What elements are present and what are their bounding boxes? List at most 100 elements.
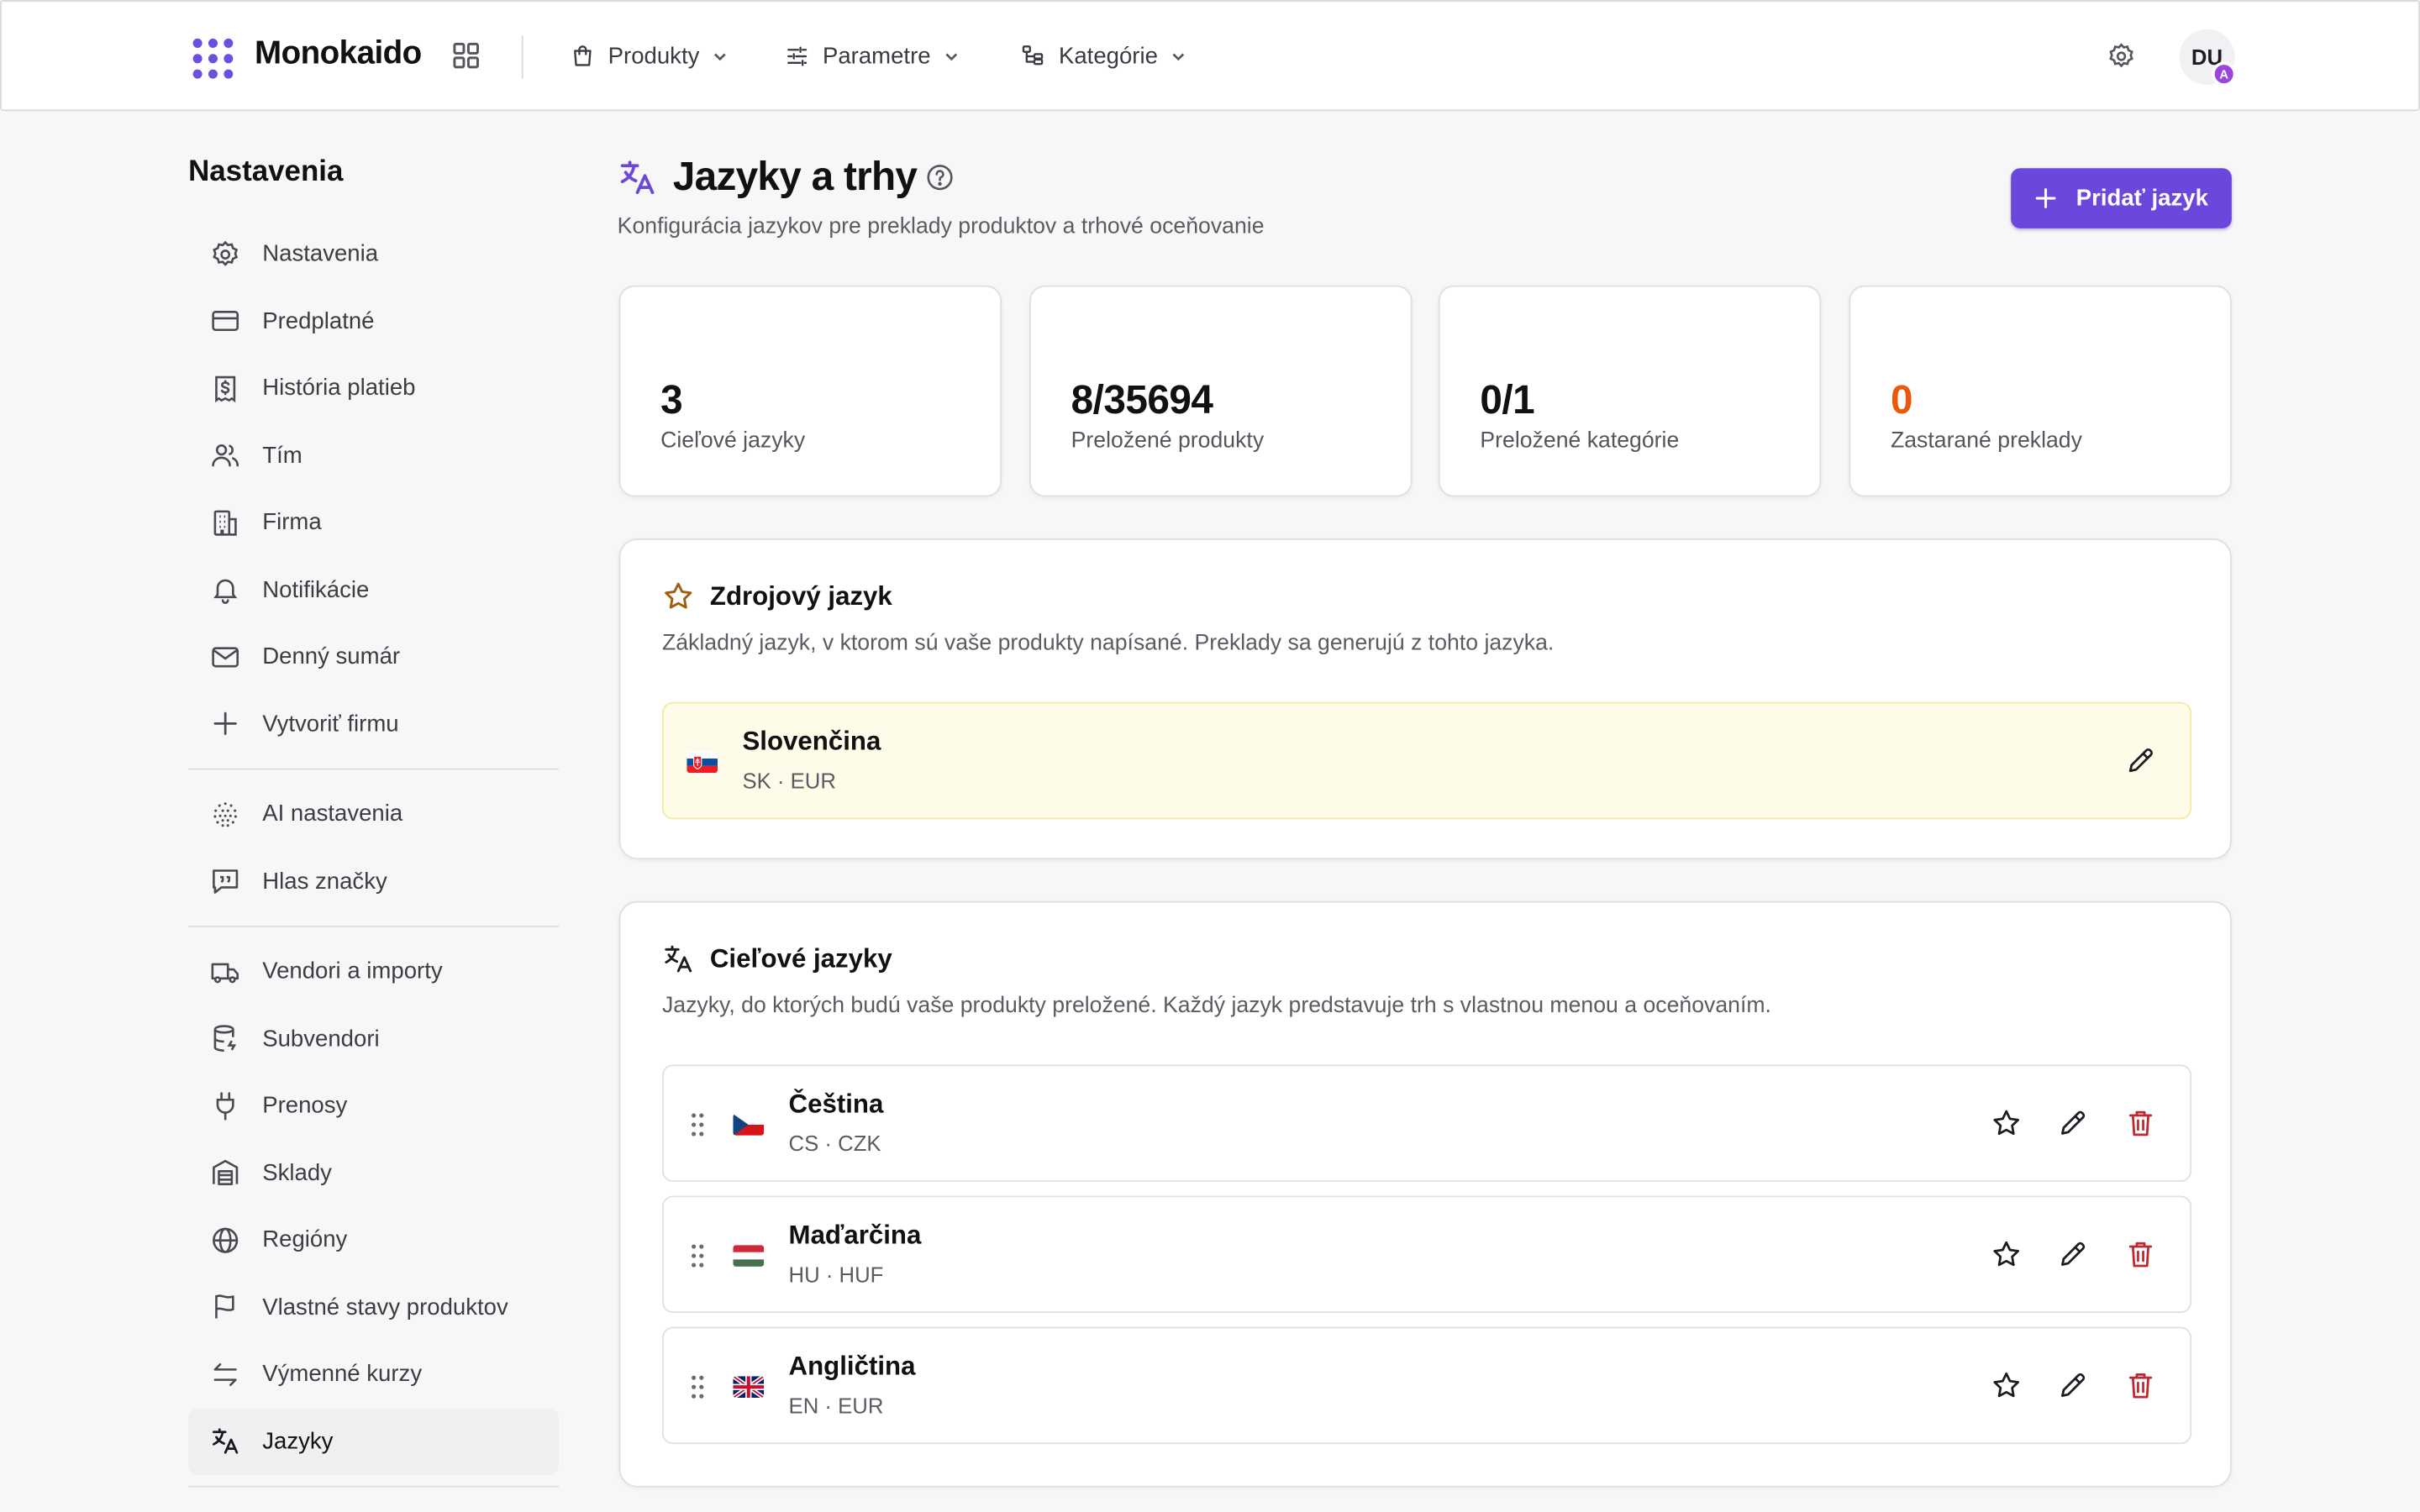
- star-icon[interactable]: [1991, 1239, 2022, 1270]
- gear-icon: [213, 240, 239, 266]
- add-language-button[interactable]: Pridať jazyk: [2011, 168, 2232, 228]
- globe-icon: [213, 1227, 239, 1253]
- star-icon: [665, 582, 692, 609]
- target-language-row: Čeština CS · CZK: [661, 1064, 2192, 1182]
- sidebar-item-label: Hlas značky: [262, 868, 387, 895]
- hu-flag-icon: [733, 1245, 765, 1267]
- translate-icon: [213, 1428, 239, 1455]
- settings-gear-icon[interactable]: [2107, 42, 2136, 71]
- source-language-card: Zdrojový jazyk Základný jazyk, v ktorom …: [618, 538, 2232, 860]
- nav-menu-label: Produkty: [608, 42, 700, 69]
- language-code: SK · EUR: [742, 768, 836, 794]
- drag-handle-icon[interactable]: [688, 1242, 707, 1270]
- edit-pencil-icon[interactable]: [2057, 1370, 2088, 1401]
- database-icon: [213, 1025, 237, 1053]
- sidebar-item-label: Notifikácie: [262, 576, 370, 603]
- drag-handle-icon[interactable]: [688, 1110, 707, 1138]
- trash-icon[interactable]: [2125, 1370, 2156, 1401]
- nav-menu-kategorie[interactable]: Kategórie: [1020, 35, 1187, 76]
- sidebar-item-denny-sumar[interactable]: Denný sumár: [188, 623, 559, 690]
- arrows-exchange-icon: [213, 1362, 237, 1386]
- sidebar-item-vymenne-kurzy[interactable]: Výmenné kurzy: [188, 1341, 559, 1408]
- stat-label: Zastarané preklady: [1890, 428, 2082, 454]
- bell-icon: [213, 580, 238, 605]
- apps-grid-icon[interactable]: [452, 42, 480, 70]
- sidebar-item-tim[interactable]: Tím: [188, 422, 559, 489]
- nav-menu-label: Parametre: [822, 42, 931, 69]
- star-icon[interactable]: [1991, 1108, 2022, 1139]
- language-code: HU · HUF: [788, 1262, 884, 1287]
- sidebar-item-label: Regióny: [262, 1226, 348, 1253]
- sidebar-item-hlas-znacky[interactable]: Hlas značky: [188, 848, 559, 915]
- page-subtitle: Konfigurácia jazykov pre preklady produk…: [617, 214, 1265, 239]
- logo-icon[interactable]: [192, 38, 234, 79]
- stat-value: 0/1: [1480, 376, 1535, 423]
- truck-icon: [211, 963, 239, 983]
- edit-pencil-icon[interactable]: [2057, 1108, 2088, 1139]
- sidebar-item-label: História platieb: [262, 375, 416, 402]
- star-icon[interactable]: [1991, 1370, 2022, 1401]
- plug-icon: [216, 1091, 234, 1121]
- translate-icon: [620, 160, 655, 195]
- sidebar-item-subvendori[interactable]: Subvendori: [188, 1005, 559, 1073]
- sidebar-item-label: Firma: [262, 509, 322, 536]
- sidebar-item-label: Jazyky: [262, 1428, 334, 1455]
- translate-icon: [665, 945, 692, 973]
- sidebar-item-label: Vendori a importy: [262, 958, 443, 985]
- drag-handle-icon[interactable]: [688, 1373, 707, 1401]
- sidebar-item-label: Sklady: [262, 1159, 332, 1186]
- sidebar-item-historia-platieb[interactable]: História platieb: [188, 354, 559, 422]
- stat-value: 0: [1890, 376, 1913, 423]
- chevron-down-icon: [714, 52, 727, 60]
- target-language-row: Maďarčina HU · HUF: [661, 1195, 2192, 1314]
- stat-card-translated-products: 8/35694 Preložené produkty: [1029, 285, 1413, 497]
- sidebar-item-predplatne[interactable]: Predplatné: [188, 288, 559, 355]
- shopping-bag-icon: [574, 45, 592, 66]
- nav-menu-produkty[interactable]: Produkty: [570, 35, 729, 76]
- language-name: Slovenčina: [742, 727, 881, 756]
- sidebar-item-vendori-a-importy[interactable]: Vendori a importy: [188, 938, 559, 1005]
- sidebar-divider: [188, 926, 559, 927]
- sidebar-item-label: Prenosy: [262, 1092, 348, 1120]
- targets-title: Cieľové jazyky: [709, 943, 892, 974]
- nav-menu-label: Kategórie: [1058, 42, 1158, 69]
- sidebar-item-jazyky[interactable]: Jazyky: [188, 1407, 559, 1475]
- edit-pencil-icon[interactable]: [2057, 1239, 2088, 1270]
- card-title: Zdrojový jazyk: [662, 580, 892, 613]
- sidebar-divider: [188, 768, 559, 770]
- sidebar-item-ai-nastavenia[interactable]: AI nastavenia: [188, 780, 559, 848]
- stat-label: Cieľové jazyky: [660, 428, 806, 454]
- edit-pencil-icon[interactable]: [2125, 745, 2156, 776]
- sidebar-item-nastavenia[interactable]: Nastavenia: [188, 221, 559, 288]
- trash-icon[interactable]: [2125, 1239, 2156, 1270]
- sidebar-item-firma[interactable]: Firma: [188, 489, 559, 556]
- avatar-badge: A: [2211, 61, 2237, 87]
- stat-value: 3: [660, 376, 683, 423]
- source-language-row: Slovenčina SK · EUR: [661, 701, 2192, 820]
- stat-card-target-languages: 3 Cieľové jazyky: [618, 285, 1002, 497]
- sidebar-item-label: Výmenné kurzy: [262, 1361, 423, 1388]
- stat-card-outdated-translations: 0 Zastarané preklady: [1849, 285, 2232, 497]
- sidebar-item-label: Vlastné stavy produktov: [262, 1294, 508, 1320]
- sidebar-item-regiony[interactable]: Regióny: [188, 1206, 559, 1273]
- trash-icon[interactable]: [2125, 1108, 2156, 1139]
- sidebar-item-prenosy[interactable]: Prenosy: [188, 1073, 559, 1140]
- language-code: EN · EUR: [788, 1393, 884, 1418]
- language-name: Maďarčina: [788, 1220, 922, 1250]
- target-language-row: Angličtina EN · EUR: [661, 1326, 2192, 1445]
- sidebar-item-sklady[interactable]: Sklady: [188, 1139, 559, 1206]
- category-tree-icon: [1022, 45, 1044, 65]
- stat-value: 8/35694: [1071, 376, 1213, 423]
- brand-name[interactable]: Monokaido: [255, 35, 422, 72]
- plus-icon: [2036, 188, 2056, 208]
- source-title: Zdrojový jazyk: [709, 580, 892, 611]
- flag-icon: [215, 1294, 234, 1319]
- quote-bubble-icon: [213, 869, 239, 895]
- sidebar-item-vytvorit-firmu[interactable]: Vytvoriť firmu: [188, 690, 559, 758]
- language-code: CS · CZK: [788, 1131, 881, 1156]
- sidebar-item-notifikacie[interactable]: Notifikácie: [188, 556, 559, 623]
- targets-description: Jazyky, do ktorých budú vaše produkty pr…: [661, 993, 1771, 1019]
- help-circle-icon[interactable]: [924, 162, 955, 193]
- sidebar-item-vlastne-stavy[interactable]: Vlastné stavy produktov: [188, 1273, 559, 1341]
- nav-menu-parametre[interactable]: Parametre: [784, 35, 960, 76]
